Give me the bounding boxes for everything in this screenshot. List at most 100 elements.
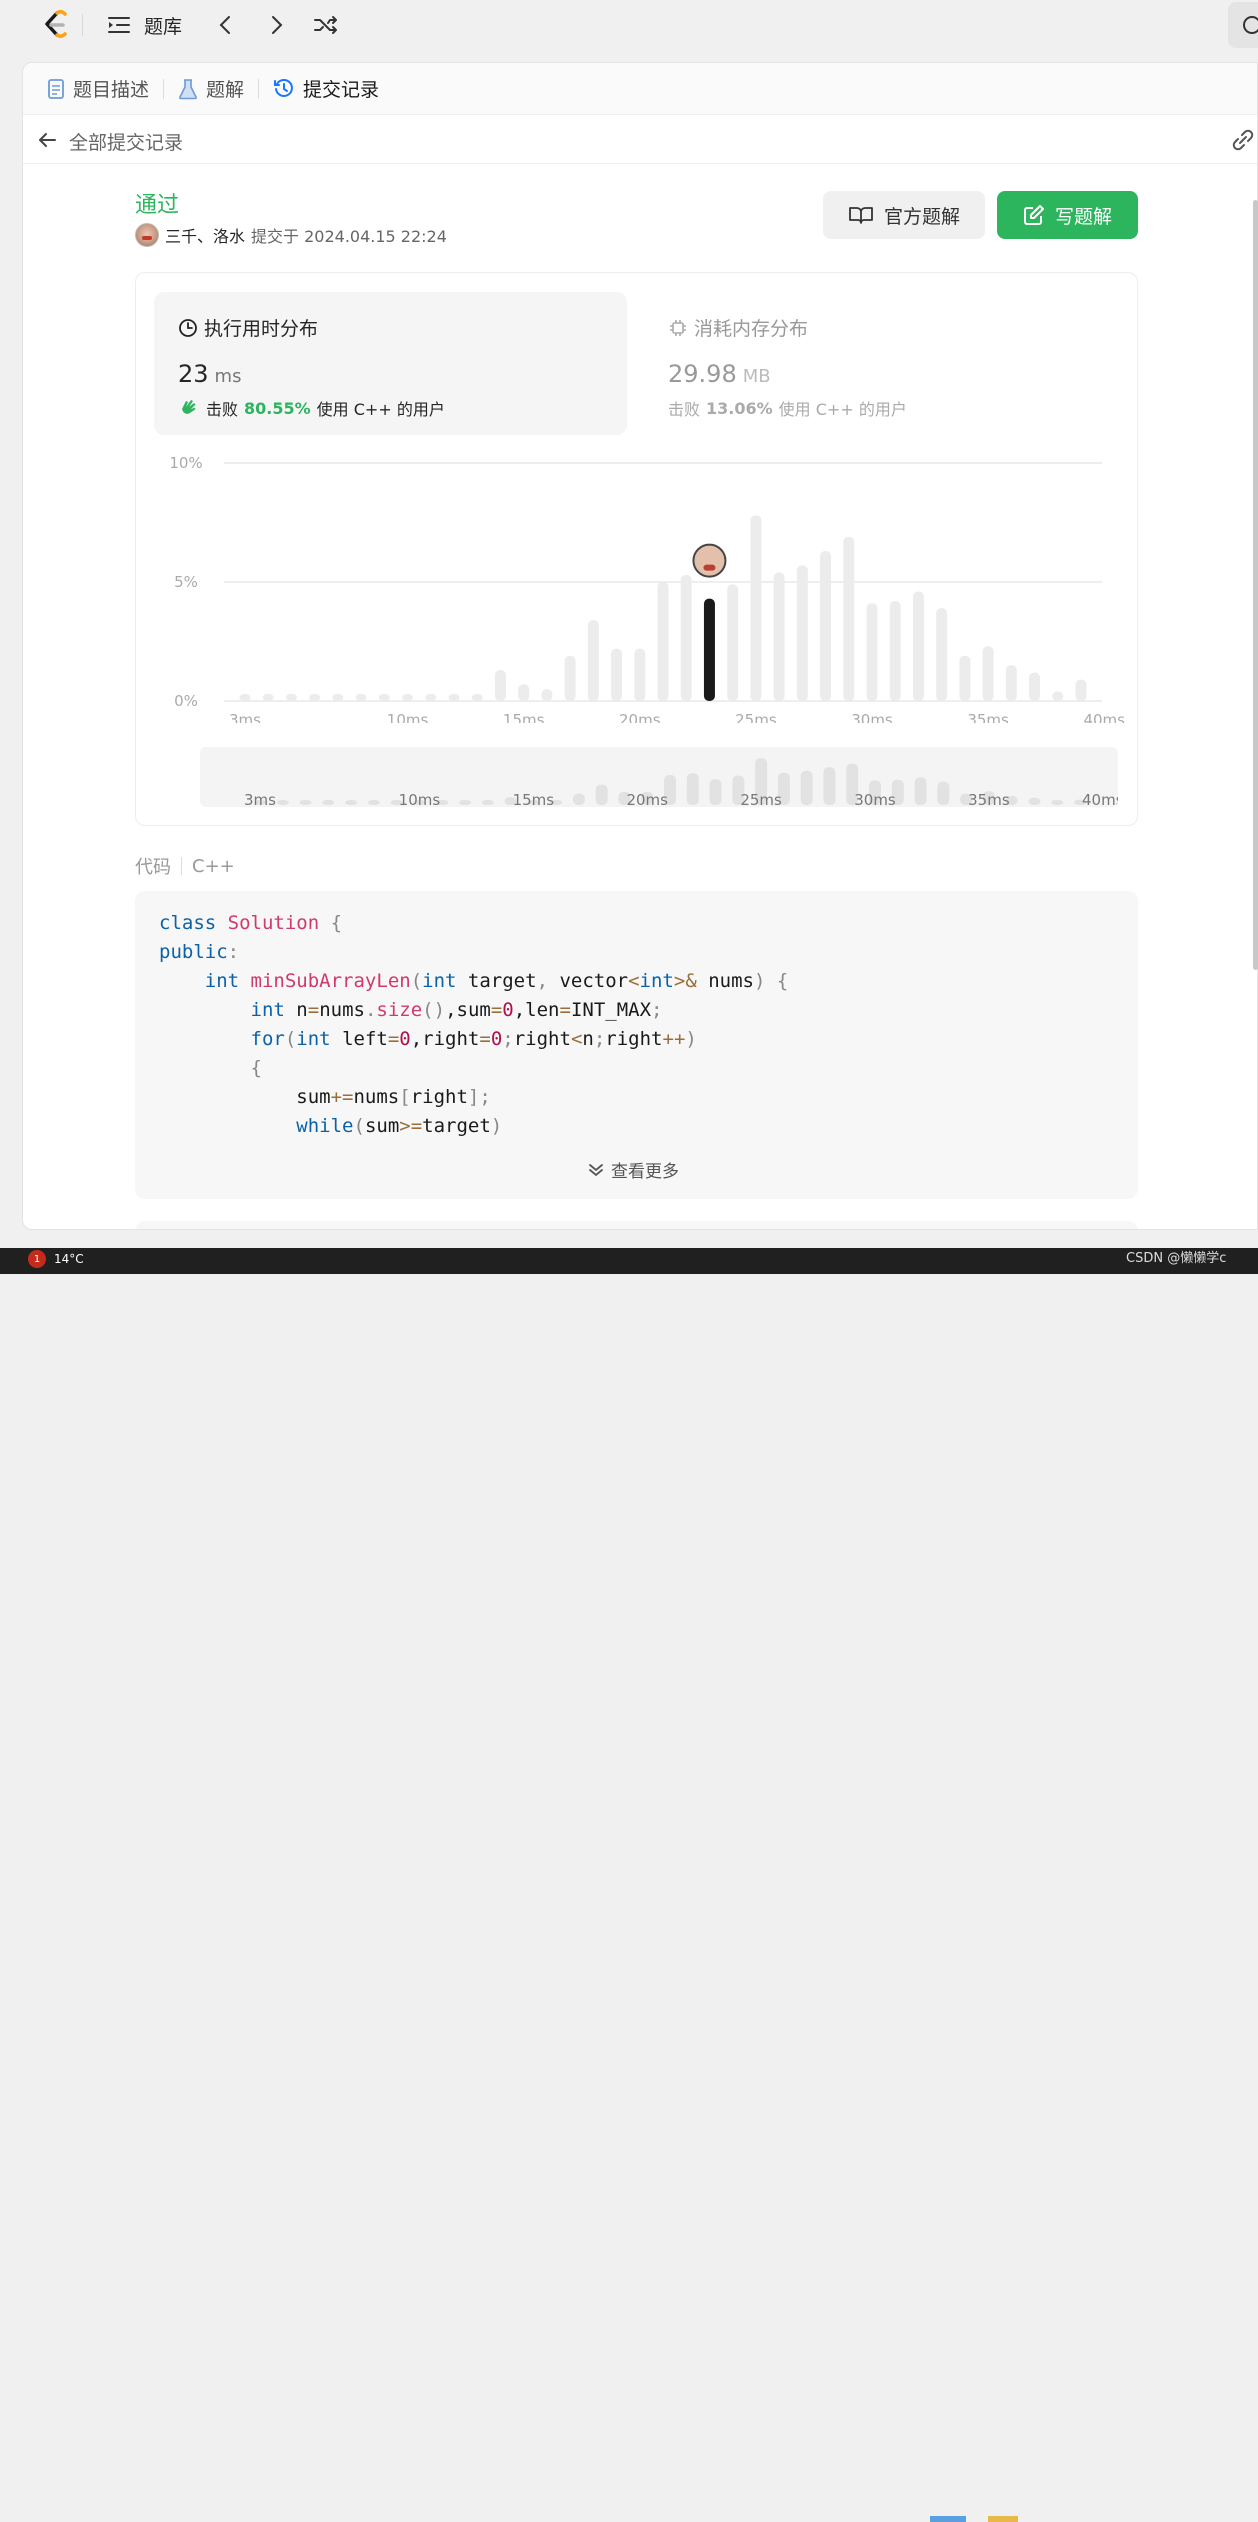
runtime-beat-prefix: 击败: [206, 400, 239, 419]
chart-bar: [773, 572, 785, 701]
shuffle-icon: [314, 16, 337, 34]
next-problem-button[interactable]: [266, 10, 286, 40]
memory-beat-suffix: 使用 C++ 的用户: [778, 400, 907, 419]
performance-stats: 执行用时分布 23 ms 击败 80.55% 使用 C++ 的用户 消耗内存分布 …: [135, 272, 1138, 826]
chart-bar: [611, 648, 623, 701]
chart-bar: [750, 515, 762, 701]
runtime-beat-suffix: 使用 C++ 的用户: [316, 400, 445, 419]
chart-bar: [239, 693, 251, 701]
chart-bar: [866, 603, 878, 701]
minimap-bar: [367, 800, 380, 805]
official-solution-button[interactable]: 官方题解: [823, 191, 985, 239]
double-chevron-down-icon: [589, 1163, 603, 1176]
submission-status: 通过: [135, 193, 180, 218]
y-tick-label: 0%: [174, 692, 198, 710]
all-submissions-title[interactable]: 全部提交记录: [69, 128, 183, 155]
document-icon: [48, 78, 64, 99]
minimap-bar: [481, 800, 494, 805]
code-header-divider: [181, 857, 182, 875]
chart-bar: [355, 693, 367, 701]
chart-bar: [912, 591, 924, 701]
chevron-left-icon: [219, 16, 230, 34]
x-tick-label: 15ms: [503, 711, 545, 723]
chart-bar: [541, 689, 553, 701]
alarm-clock-icon: [1243, 16, 1258, 34]
memory-beat-row: 击败 13.06% 使用 C++ 的用户: [668, 396, 907, 420]
scrollbar-thumb[interactable]: [1253, 200, 1258, 970]
code-block[interactable]: class Solution { public: int minSubArray…: [135, 891, 1138, 1199]
x-tick-label: 10ms: [387, 711, 429, 723]
chart-bar: [471, 693, 483, 701]
submission-time: 提交于 2024.04.15 22:24: [251, 227, 447, 246]
chart-bar: [936, 608, 948, 701]
edit-icon: [1023, 205, 1044, 225]
chart-bar: [378, 693, 390, 701]
tab-description[interactable]: 题目描述: [41, 75, 155, 102]
runtime-title-row: 执行用时分布: [178, 314, 318, 341]
random-problem-button[interactable]: [312, 10, 340, 40]
share-link-icon[interactable]: [1229, 128, 1257, 152]
arrow-left-icon[interactable]: [35, 128, 59, 152]
weather-widget[interactable]: 1 14°C: [28, 1250, 84, 1268]
chart-bar: [448, 693, 460, 701]
chart-bar: [1075, 679, 1087, 701]
show-more-label: 查看更多: [611, 1162, 679, 1182]
chart-bar: [889, 601, 901, 701]
x-tick-label: 30ms: [851, 711, 893, 723]
chart-bar: [634, 648, 646, 701]
csdn-watermark: CSDN @懒懒学c: [1126, 1251, 1227, 1266]
minimap-tick-label: 25ms: [740, 791, 782, 807]
y-tick-label: 5%: [174, 573, 198, 591]
minimap-tick-label: 40ms: [1082, 791, 1118, 807]
minimap-bar: [595, 784, 608, 805]
chart-bar: [1029, 672, 1041, 701]
minimap-tick-label: 35ms: [968, 791, 1010, 807]
runtime-value-row: 23 ms: [178, 360, 241, 388]
tab-solutions[interactable]: 题解: [172, 75, 250, 102]
prev-problem-button[interactable]: [216, 10, 236, 40]
runtime-distribution-chart[interactable]: 10% 5% 0% 3ms 10ms 15ms 20ms 25ms 30ms 35ms 40ms: [136, 443, 1139, 723]
author-name[interactable]: 三千、洛水: [165, 223, 245, 247]
write-solution-label: 写题解: [1054, 205, 1112, 228]
highlighted-bar: [703, 598, 715, 701]
minimap-bar: [1028, 797, 1041, 805]
leetcode-logo[interactable]: [36, 7, 72, 43]
avatar[interactable]: [135, 223, 159, 247]
chevron-right-icon: [272, 16, 283, 34]
show-more-button[interactable]: 查看更多: [587, 1157, 679, 1182]
code-language[interactable]: C++: [192, 856, 235, 877]
clock-icon: [179, 318, 197, 337]
minimap-bar: [276, 800, 289, 805]
clapping-hands-icon: [182, 400, 196, 414]
marker-avatar-circle: [692, 543, 727, 578]
file-explorer-icon[interactable]: [988, 2516, 1018, 2522]
chart-bar: [587, 620, 599, 701]
timer-button[interactable]: [1228, 2, 1258, 48]
problem-bank-label: 题库: [144, 15, 183, 38]
tab-submissions[interactable]: 提交记录: [267, 75, 385, 102]
memory-value-row: 29.98 MB: [668, 360, 771, 388]
windows-start-icon[interactable]: [930, 2516, 966, 2522]
tab-submissions-label: 提交记录: [303, 79, 380, 101]
chart-range-slider[interactable]: 3ms 10ms 15ms 20ms 25ms 30ms 35ms 40ms: [200, 747, 1118, 807]
chart-bar: [1052, 691, 1064, 701]
minimap-bar: [322, 800, 335, 805]
chart-bar: [332, 693, 344, 701]
runtime-card[interactable]: 执行用时分布 23 ms 击败 80.55% 使用 C++ 的用户: [154, 292, 627, 435]
memory-card[interactable]: 消耗内存分布 29.98 MB 击败 13.06% 使用 C++ 的用户: [648, 292, 1121, 435]
marker-avatar-mouth: [703, 564, 716, 571]
tab-divider: [258, 78, 260, 99]
minimap-tick-label: 3ms: [244, 791, 276, 807]
x-tick-label: 3ms: [229, 711, 261, 723]
chart-bar: [982, 646, 994, 701]
runtime-unit: ms: [214, 366, 242, 387]
runtime-beat-row: 击败 80.55% 使用 C++ 的用户: [178, 396, 445, 420]
chart-bar: [796, 565, 808, 701]
memory-beat-prefix: 击败: [668, 400, 701, 419]
problem-bank-button[interactable]: 题库: [106, 10, 182, 40]
next-section-card: [135, 1221, 1138, 1229]
minimap-bar: [459, 800, 471, 805]
write-solution-button[interactable]: 写题解: [997, 191, 1138, 239]
chart-bar: [262, 693, 274, 701]
minimap-bar: [572, 793, 585, 805]
